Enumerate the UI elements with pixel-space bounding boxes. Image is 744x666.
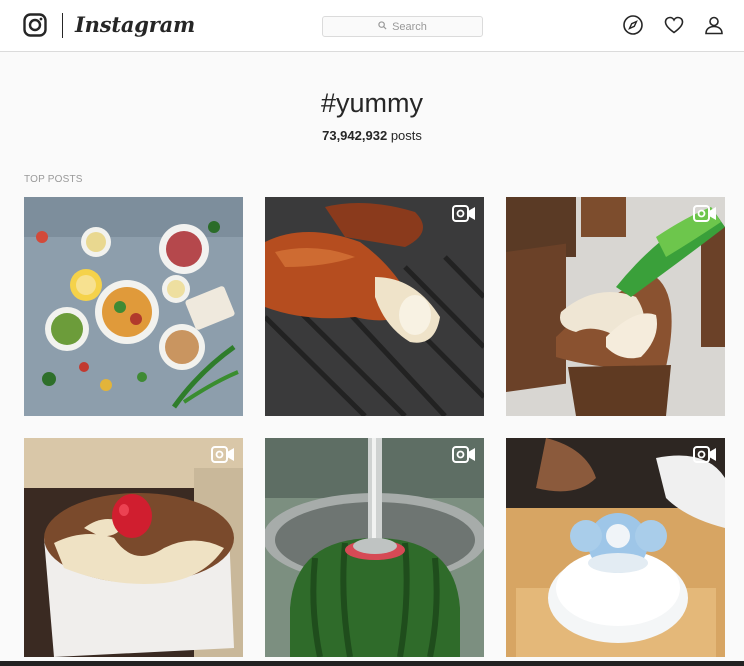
section-label-top-posts: TOP POSTS — [24, 174, 83, 185]
post-thumbnail-6[interactable]: present — [506, 438, 725, 657]
video-icon — [211, 446, 235, 463]
logo-divider — [62, 13, 63, 38]
watermelon-blender-image — [265, 438, 484, 657]
search-placeholder: Search — [392, 20, 427, 33]
hashtag-title: #yummy — [320, 88, 423, 118]
food-flatlay-image — [24, 197, 243, 416]
chocolate-cake-image — [506, 197, 725, 416]
post-count: 73,942,932 posts — [0, 128, 744, 143]
tiramisu-cake-image — [24, 438, 243, 657]
post-thumbnail-1[interactable] — [24, 197, 243, 416]
video-icon — [452, 446, 476, 463]
instagram-wordmark[interactable]: Instagram — [75, 12, 195, 37]
top-navigation-bar: Instagram Search — [0, 0, 744, 52]
video-icon — [693, 205, 717, 222]
search-input[interactable]: Search — [322, 16, 483, 37]
video-icon — [693, 446, 717, 463]
video-icon — [452, 205, 476, 222]
post-count-unit: posts — [390, 128, 422, 143]
post-thumbnail-3[interactable] — [506, 197, 725, 416]
post-thumbnail-5[interactable] — [265, 438, 484, 657]
overlay-text: present — [593, 576, 644, 588]
compass-icon[interactable] — [622, 14, 644, 36]
post-thumbnail-4[interactable] — [24, 438, 243, 657]
heart-icon[interactable] — [663, 14, 685, 36]
post-count-number: 73,942,932 — [322, 128, 388, 143]
search-icon — [378, 20, 387, 33]
window-bottom-edge — [0, 661, 744, 666]
post-thumbnail-2[interactable] — [265, 197, 484, 416]
instagram-camera-icon[interactable] — [23, 13, 47, 37]
shaved-ice-dessert-image: present — [506, 438, 725, 657]
profile-icon[interactable] — [703, 14, 725, 36]
grilled-squid-image — [265, 197, 484, 416]
